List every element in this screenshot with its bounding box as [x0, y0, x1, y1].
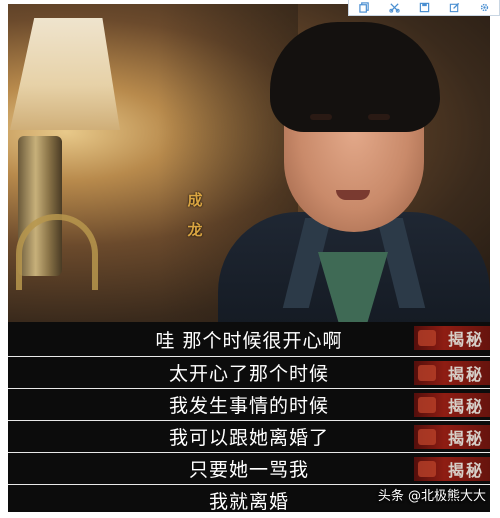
copy-icon[interactable] — [357, 2, 371, 14]
name-char: 龙 — [187, 220, 203, 239]
mouth — [336, 190, 370, 200]
interviewee — [218, 22, 490, 324]
eye-right — [368, 114, 390, 120]
subtitle-row: 我可以跟她离婚了 揭秘 — [8, 420, 490, 452]
video-scene: 成 龙 — [8, 4, 490, 324]
subtitle-strip: 哇 那个时候很开心啊 揭秘 太开心了那个时候 揭秘 我发生事情的时候 揭秘 我可… — [8, 322, 490, 512]
subtitle-text: 只要她一骂我 — [188, 459, 309, 481]
subtitle-text: 我就离婚 — [208, 491, 289, 512]
hair — [270, 22, 440, 132]
subtitle-text: 我发生事情的时候 — [168, 395, 329, 417]
show-logo: 揭秘 — [414, 393, 490, 417]
edit-icon[interactable] — [447, 2, 461, 14]
eye-left — [310, 114, 332, 120]
video-frame: 成 龙 哇 那个时候很开心啊 揭秘 太开心了那个时候 揭秘 我发生事情的时候 揭… — [8, 4, 490, 512]
crop-icon[interactable] — [387, 2, 401, 14]
show-logo: 揭秘 — [414, 457, 490, 481]
show-logo: 揭秘 — [414, 361, 490, 385]
lamp-bracket — [16, 214, 98, 290]
source-watermark: 头条 @北极熊大大 — [377, 489, 486, 504]
show-logo: 揭秘 — [414, 326, 490, 350]
subtitle-text: 哇 那个时候很开心啊 — [155, 329, 343, 352]
subtitle-text: 我可以跟她离婚了 — [168, 427, 329, 449]
name-char: 成 — [187, 190, 203, 209]
subtitle-row: 只要她一骂我 揭秘 — [8, 452, 490, 484]
subtitle-row: 我发生事情的时候 揭秘 — [8, 388, 490, 420]
lamp-shade — [10, 18, 120, 130]
image-toolbar — [348, 0, 500, 16]
speaker-name-tag: 成 龙 — [180, 184, 210, 244]
subtitle-row: 哇 那个时候很开心啊 揭秘 — [8, 322, 490, 356]
settings-icon[interactable] — [477, 2, 491, 14]
subtitle-text: 太开心了那个时候 — [168, 363, 329, 385]
subtitle-row: 太开心了那个时候 揭秘 — [8, 356, 490, 388]
show-logo: 揭秘 — [414, 425, 490, 449]
save-icon[interactable] — [417, 2, 431, 14]
